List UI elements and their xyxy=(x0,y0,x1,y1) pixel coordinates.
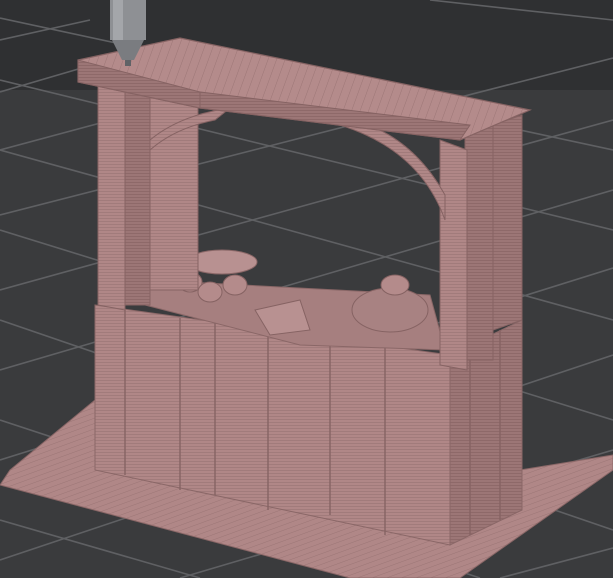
left-front-post xyxy=(97,79,126,311)
left-back-post xyxy=(124,89,151,306)
right-post-side xyxy=(492,114,523,331)
slicer-3d-viewport[interactable] xyxy=(0,0,613,578)
right-back-post xyxy=(464,119,494,361)
right-front-post xyxy=(439,139,468,371)
